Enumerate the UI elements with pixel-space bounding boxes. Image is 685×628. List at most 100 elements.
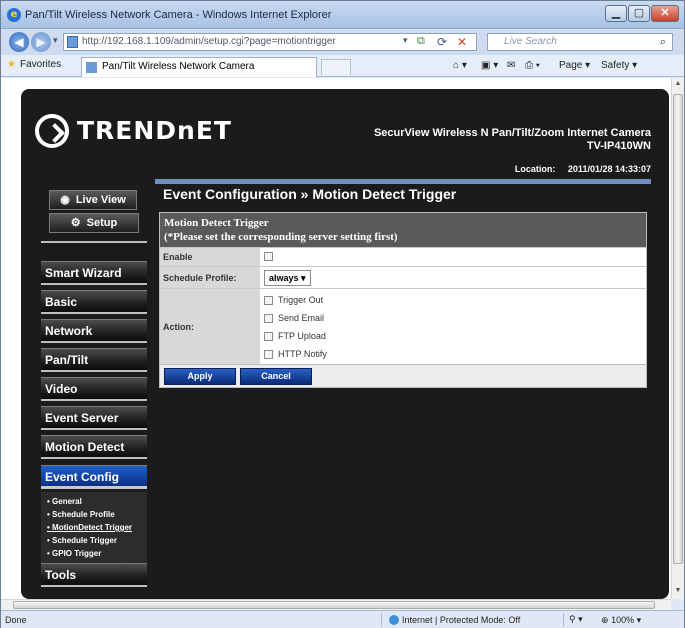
form-buttons: Apply Cancel [159,364,647,388]
submenu-gpio-trigger[interactable]: • GPIO Trigger [41,547,147,560]
nav-basic[interactable]: Basic [41,290,147,314]
vertical-scrollbar[interactable]: ▲ ▼ [671,78,684,599]
favorites-button[interactable]: ★ Favorites [7,59,61,70]
trigger-out-checkbox[interactable] [264,296,273,306]
page-icon [67,36,78,48]
enable-checkbox[interactable] [264,251,273,261]
horizontal-scroll-thumb[interactable] [13,601,655,609]
tab-current[interactable]: Pan/Tilt Wireless Network Camera [81,57,317,77]
enable-row: Enable [160,247,646,266]
logo-icon [35,114,69,148]
http-notify-checkbox[interactable] [264,350,273,360]
address-bar[interactable]: http://192.168.1.109/admin/setup.cgi?pag… [63,33,477,51]
page-title: Event Configuration » Motion Detect Trig… [163,186,457,202]
status-text: Done [5,615,27,625]
location-datetime: Location: 2011/01/28 14:33:07 [515,164,651,174]
print-icon[interactable]: ⎙ ▾ [525,60,540,71]
action-item: FTP Upload [264,327,646,345]
status-bar: Done Internet | Protected Mode: Off ⚲ ▾ … [1,610,684,628]
home-icon[interactable]: ⌂ ▾ [453,60,467,71]
live-view-button[interactable]: ◉ Live View [49,190,137,210]
ie-logo-icon: e [7,8,21,22]
action-row: Action: Trigger Out Send Email FTP Uploa… [160,288,646,364]
compatibility-icon[interactable]: ⧉ [417,35,425,48]
zone-label: Internet | Protected Mode: Off [402,615,521,625]
http-notify-label: HTTP Notify [278,349,327,359]
apply-button[interactable]: Apply [164,368,236,385]
product-title: SecurView Wireless N Pan/Tilt/Zoom Inter… [374,127,651,153]
close-button[interactable]: ✕ [651,5,679,22]
favorites-bar: ★ Favorites Pan/Tilt Wireless Network Cam… [1,55,684,77]
page-content: TRENDnET SecurView Wireless N Pan/Tilt/Z… [1,78,671,599]
mail-icon[interactable]: ✉ [507,60,515,71]
zoom-level[interactable]: ⊕ 100% ▾ [601,615,641,626]
back-button[interactable]: ◀ [9,32,29,52]
history-dropdown-icon[interactable]: ▾ [53,35,58,46]
status-divider [381,613,382,627]
feeds-icon[interactable]: ▣ ▾ [481,60,498,71]
camera-panel: TRENDnET SecurView Wireless N Pan/Tilt/Z… [21,89,669,599]
page-menu[interactable]: Page ▾ [559,60,590,71]
trigger-out-label: Trigger Out [278,295,324,305]
nav-smart-wizard[interactable]: Smart Wizard [41,261,147,285]
favorites-label: Favorites [19,59,62,70]
scroll-up-icon[interactable]: ▲ [673,80,683,90]
horizontal-scrollbar[interactable] [1,599,671,610]
send-email-checkbox[interactable] [264,314,273,324]
minimize-button[interactable]: ▁ [605,5,627,22]
submenu-schedule-profile[interactable]: • Schedule Profile [41,508,147,521]
stop-icon[interactable]: ✕ [457,35,467,49]
submenu-general[interactable]: • General [41,495,147,508]
setup-button[interactable]: ⚙ Setup [49,213,139,233]
nav-video[interactable]: Video [41,377,147,401]
product-line: SecurView Wireless N Pan/Tilt/Zoom Inter… [373,127,651,139]
search-input[interactable]: Live Search ⌕ [487,33,673,51]
address-text: http://192.168.1.109/admin/setup.cgi?pag… [82,36,336,47]
zoom-value: 100% [611,615,635,625]
maximize-button[interactable]: ▢ [628,5,650,22]
search-icon[interactable]: ⌕ [660,34,666,50]
event-config-submenu: • General • Schedule Profile • MotionDet… [41,492,147,572]
nav-tools[interactable]: Tools [41,563,147,587]
schedule-row: Schedule Profile: always ▾ [160,266,646,288]
status-divider [563,613,564,627]
action-item: HTTP Notify [264,345,646,363]
main-panel: Event Configuration » Motion Detect Trig… [155,184,651,411]
setup-label: Setup [86,217,118,229]
gear-icon: ⚙ [70,217,81,229]
security-zone[interactable]: Internet | Protected Mode: Off [389,615,520,625]
vertical-scroll-thumb[interactable] [673,94,683,564]
new-tab-button[interactable] [321,59,351,75]
ftp-upload-checkbox[interactable] [264,332,273,342]
settings-form: Motion Detect Trigger (*Please set the c… [159,212,647,365]
nav-motion-detect[interactable]: Motion Detect [41,435,147,459]
pop-up-blocker-icon[interactable]: ⚲ ▾ [569,614,583,625]
cancel-button[interactable]: Cancel [240,368,312,385]
safety-menu[interactable]: Safety ▾ [601,60,637,71]
schedule-value: always [269,273,299,283]
ftp-upload-label: FTP Upload [278,331,326,341]
nav-event-config[interactable]: Event Config [41,465,147,489]
scroll-down-icon[interactable]: ▼ [673,587,683,597]
tab-title: Pan/Tilt Wireless Network Camera [102,61,255,72]
submenu-schedule-trigger[interactable]: • Schedule Trigger [41,534,147,547]
enable-label: Enable [160,248,260,266]
eye-icon: ◉ [60,194,70,206]
nav-network[interactable]: Network [41,319,147,343]
forward-button[interactable]: ▶ [31,32,51,52]
window-title: Pan/Tilt Wireless Network Camera - Windo… [25,9,332,21]
action-item: Trigger Out [264,291,646,309]
globe-icon [389,615,399,625]
browser-window: e Pan/Tilt Wireless Network Camera - Win… [0,0,685,628]
schedule-select[interactable]: always ▾ [264,270,311,286]
form-title: Motion Detect Trigger (*Please set the c… [160,213,646,247]
submenu-motiondetect-trigger[interactable]: • MotionDetect Trigger [41,521,147,534]
nav-pan-tilt[interactable]: Pan/Tilt [41,348,147,372]
nav-event-server[interactable]: Event Server [41,406,147,430]
page-icon [86,62,97,73]
menu-divider [41,241,147,243]
schedule-label: Schedule Profile: [160,267,260,288]
live-view-label: Live View [75,194,126,206]
refresh-icon[interactable]: ⟳ [437,35,447,49]
address-dropdown-icon[interactable]: ▾ [403,35,408,46]
